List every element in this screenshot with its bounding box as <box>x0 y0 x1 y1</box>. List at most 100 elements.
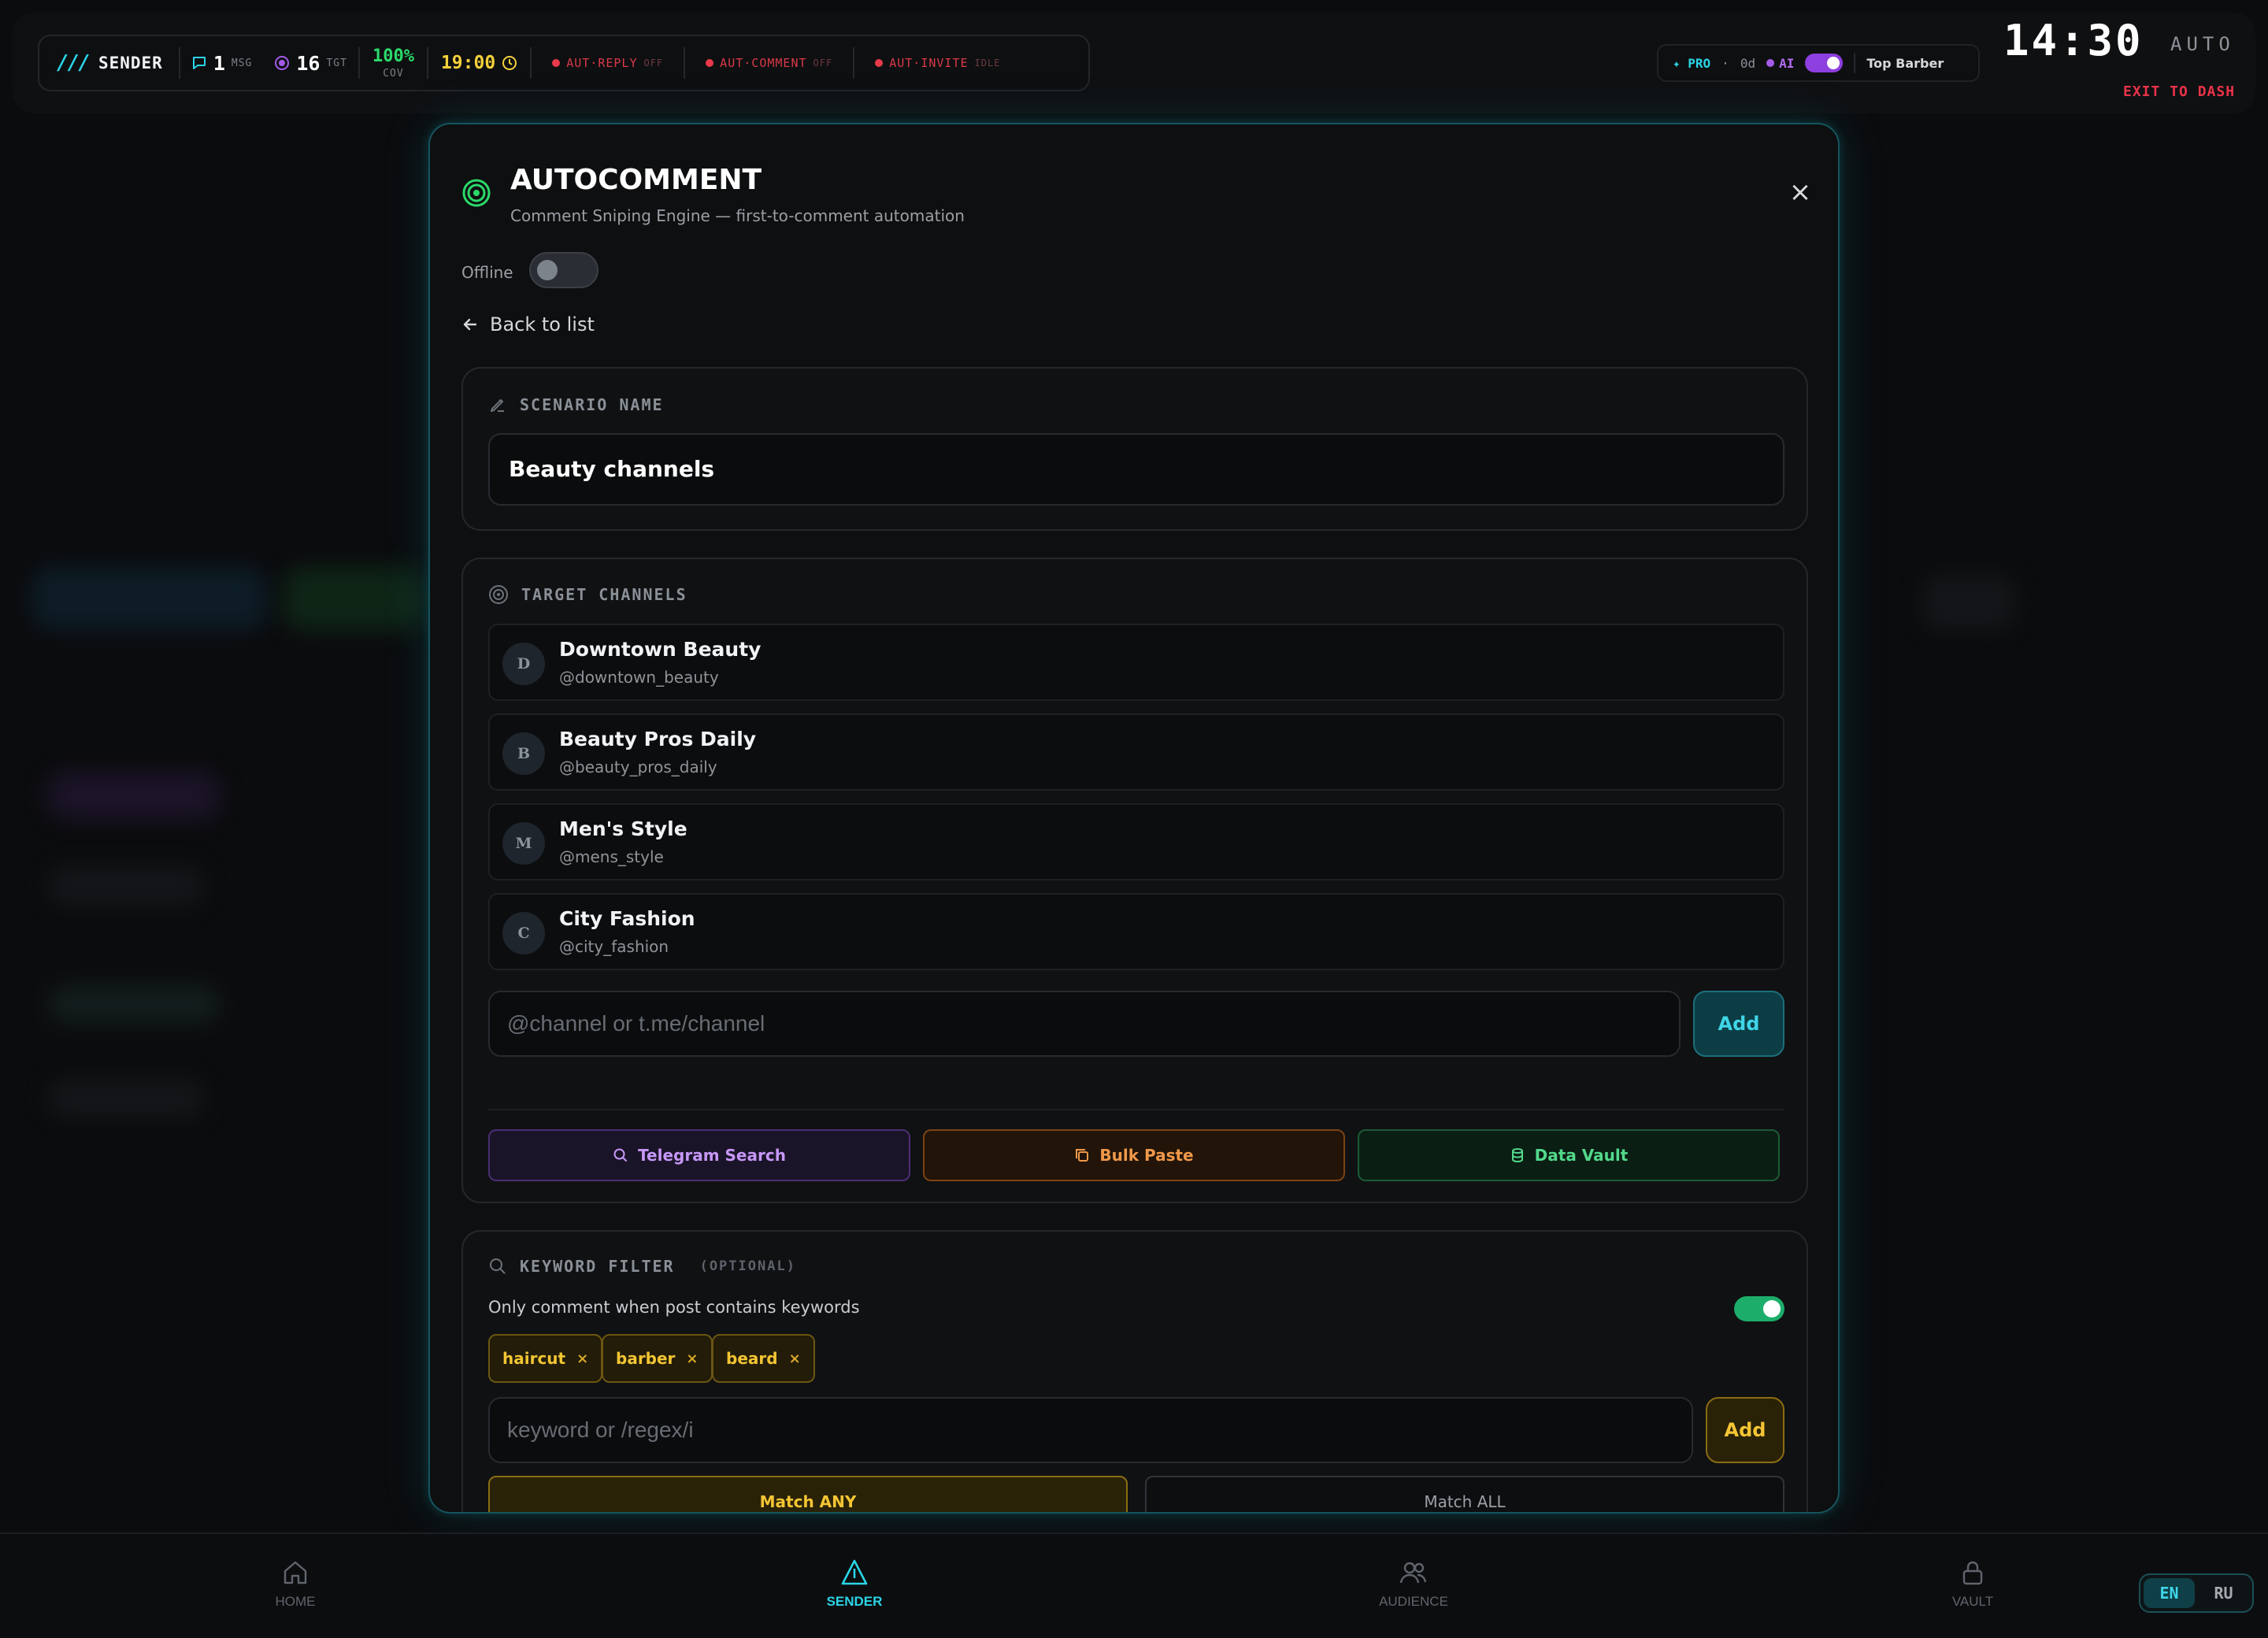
schedule-time[interactable]: 19:00 <box>428 53 530 73</box>
message-icon <box>192 57 206 69</box>
keyword-chip[interactable]: haircut × <box>488 1334 603 1383</box>
language-switcher: EN RU <box>2139 1573 2254 1613</box>
sender-icon <box>841 1559 868 1585</box>
close-icon[interactable]: × <box>1786 178 1814 206</box>
auto-invite-state: IDLE <box>974 57 1001 69</box>
channel-name: Beauty Pros Daily <box>559 728 757 750</box>
channel-row[interactable]: C City Fashion @city_fashion <box>488 893 1784 970</box>
modal-title: AUTOCOMMENT <box>510 164 762 196</box>
ai-dot-icon <box>1766 59 1775 67</box>
close-icon[interactable]: × <box>686 1351 698 1367</box>
msg-stat: 1 MSG <box>180 52 264 75</box>
status-bar: /// SENDER 1 MSG 16 TGT 100% COV 19:00 A… <box>38 35 1090 91</box>
bulk-paste-button[interactable]: Bulk Paste <box>923 1129 1345 1181</box>
auto-comment-label: AUT·COMMENT <box>720 56 807 70</box>
keyword-chip-label: beard <box>726 1349 778 1368</box>
plan-badge[interactable]: ✦ PRO <box>1673 56 1710 71</box>
auto-reply-state: OFF <box>643 57 664 69</box>
channel-row[interactable]: B Beauty Pros Daily @beauty_pros_daily <box>488 713 1784 791</box>
keyword-chip[interactable]: beard × <box>712 1334 815 1383</box>
nav-audience-label: AUDIENCE <box>1379 1594 1448 1609</box>
channel-name: Downtown Beauty <box>559 638 762 661</box>
telegram-search-button[interactable]: Telegram Search <box>488 1129 910 1181</box>
avatar: M <box>502 822 545 865</box>
database-icon <box>1511 1148 1523 1163</box>
keyword-filter-toggle[interactable] <box>1734 1296 1784 1321</box>
channel-handle: @mens_style <box>559 847 664 866</box>
data-vault-label: Data Vault <box>1534 1146 1629 1165</box>
target-channels-header-text: TARGET CHANNELS <box>521 585 687 604</box>
nav-sender[interactable]: SENDER <box>791 1558 917 1610</box>
match-all-button[interactable]: Match ALL <box>1145 1476 1784 1512</box>
modal-subtitle: Comment Sniping Engine — first-to-commen… <box>510 206 965 225</box>
auto-invite-status[interactable]: AUT·INVITE IDLE <box>854 56 1021 70</box>
add-channel-button[interactable]: Add <box>1693 991 1784 1057</box>
status-dot-icon <box>706 59 714 67</box>
match-any-button[interactable]: Match ANY <box>488 1476 1128 1512</box>
nav-home[interactable]: HOME <box>232 1558 358 1610</box>
keyword-chip-label: barber <box>616 1349 676 1368</box>
nav-home-label: HOME <box>275 1594 316 1609</box>
business-name[interactable]: Top Barber <box>1866 56 1944 71</box>
auto-reply-status[interactable]: AUT·REPLY OFF <box>532 56 684 70</box>
clock-icon <box>502 56 517 70</box>
msg-label: MSG <box>231 57 253 69</box>
close-icon[interactable]: × <box>789 1351 801 1367</box>
background-ghost-1 <box>32 567 268 630</box>
brand[interactable]: /// SENDER <box>57 47 180 79</box>
keyword-optional-label: (OPTIONAL) <box>699 1258 796 1274</box>
ai-toggle[interactable] <box>1805 54 1844 72</box>
scenario-name-header: SCENARIO NAME <box>488 395 664 414</box>
channel-row[interactable]: M Men's Style @mens_style <box>488 803 1784 880</box>
status-dot-icon <box>552 59 561 67</box>
msg-count: 1 <box>213 51 225 75</box>
target-channels-header: TARGET CHANNELS <box>488 584 687 605</box>
scenario-name-input[interactable]: Beauty channels <box>488 433 1784 506</box>
lang-ru-button[interactable]: RU <box>2198 1578 2249 1608</box>
keyword-description: Only comment when post contains keywords <box>488 1298 860 1317</box>
exit-to-dash-link[interactable]: EXIT TO DASH <box>2123 83 2235 100</box>
divider <box>488 1109 1784 1110</box>
keyword-input[interactable] <box>488 1397 1693 1463</box>
auto-comment-status[interactable]: AUT·COMMENT OFF <box>685 56 853 70</box>
background-ghost-5 <box>47 984 220 1024</box>
close-icon[interactable]: × <box>576 1351 588 1367</box>
status-dot-icon <box>875 59 884 67</box>
target-count: 16 <box>296 51 321 75</box>
arrow-left-icon <box>463 318 477 331</box>
back-to-list-link[interactable]: Back to list <box>461 313 595 335</box>
autocomment-modal: AUTOCOMMENT Comment Sniping Engine — fir… <box>428 123 1840 1514</box>
ai-label-text: AI <box>1779 55 1795 71</box>
target-channels-card: TARGET CHANNELS D Downtown Beauty @downt… <box>461 558 1808 1203</box>
clock-time: 14:30 <box>2003 16 2144 65</box>
home-icon <box>284 1561 307 1584</box>
data-vault-button[interactable]: Data Vault <box>1358 1129 1780 1181</box>
background-ghost-4 <box>47 866 205 906</box>
ai-label: AI <box>1766 56 1794 71</box>
nav-vault[interactable]: VAULT <box>1910 1558 2036 1610</box>
coverage-stat: 100% COV <box>360 46 427 79</box>
background-ghost-3 <box>47 772 220 819</box>
coverage-value: 100% <box>372 46 414 66</box>
status-label: Offline <box>461 263 513 282</box>
profile-bar: ✦ PRO · 0d AI Top Barber <box>1657 44 1980 82</box>
brand-logo-icon: /// <box>57 51 91 75</box>
keyword-chip[interactable]: barber × <box>602 1334 713 1383</box>
add-keyword-button[interactable]: Add <box>1706 1397 1784 1463</box>
plan-dot: · <box>1721 55 1729 71</box>
copy-icon <box>1076 1149 1089 1162</box>
target-label: TGT <box>326 57 347 69</box>
back-label: Back to list <box>490 313 595 335</box>
channel-input[interactable] <box>488 991 1681 1057</box>
background-ghost-6 <box>47 1079 205 1118</box>
nav-audience[interactable]: AUDIENCE <box>1351 1558 1477 1610</box>
bulk-paste-label: Bulk Paste <box>1099 1146 1194 1165</box>
channel-handle: @downtown_beauty <box>559 668 719 687</box>
channel-row[interactable]: D Downtown Beauty @downtown_beauty <box>488 624 1784 701</box>
target-icon <box>462 179 491 207</box>
lang-en-button[interactable]: EN <box>2144 1578 2195 1608</box>
engine-toggle[interactable] <box>529 252 598 288</box>
channel-name: Men's Style <box>559 817 687 840</box>
background-ghost-2 <box>284 567 425 630</box>
scenario-name-card: SCENARIO NAME Beauty channels <box>461 367 1808 531</box>
